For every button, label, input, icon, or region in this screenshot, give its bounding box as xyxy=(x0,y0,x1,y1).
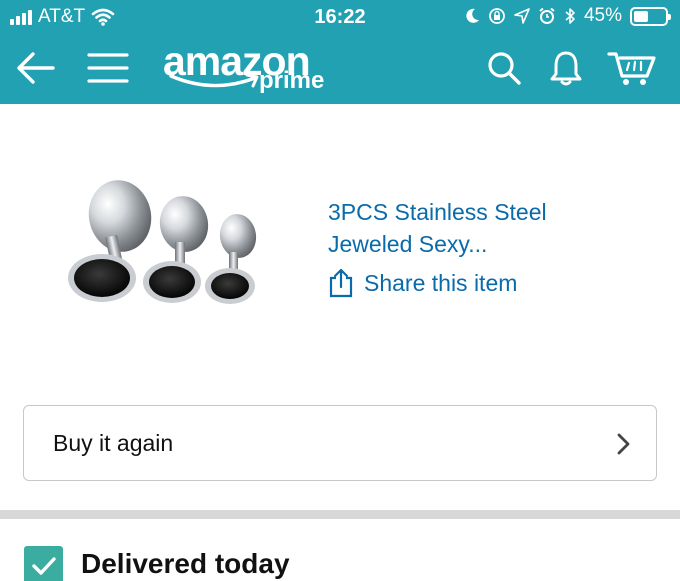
back-button[interactable] xyxy=(14,46,58,90)
location-arrow-icon xyxy=(514,8,530,24)
alarm-icon xyxy=(539,7,555,24)
buy-again-button[interactable]: Buy it again xyxy=(23,405,657,481)
delivery-status: Delivered today xyxy=(0,519,680,581)
product-title-link[interactable]: 3PCS Stainless Steel Jeweled Sexy... xyxy=(328,196,628,260)
app-header: AT&T 16:22 45% amazon prime xyxy=(0,0,680,104)
section-divider xyxy=(0,510,680,519)
buy-again-label: Buy it again xyxy=(53,430,174,456)
search-button[interactable] xyxy=(482,46,526,90)
share-item-label: Share this item xyxy=(364,269,518,296)
delivery-status-label: Delivered today xyxy=(81,548,290,579)
nav-bar: amazon prime xyxy=(0,38,680,104)
menu-button[interactable] xyxy=(84,46,132,90)
orientation-lock-icon xyxy=(489,8,505,24)
cart-icon xyxy=(607,52,656,85)
hamburger-menu-icon xyxy=(87,53,129,83)
share-icon xyxy=(329,268,353,298)
battery-icon xyxy=(630,6,671,26)
bluetooth-icon xyxy=(565,8,575,24)
bell-icon xyxy=(550,51,582,86)
notifications-button[interactable] xyxy=(544,46,588,90)
back-arrow-icon xyxy=(17,52,55,84)
logo-prime: prime xyxy=(259,67,325,94)
product-image[interactable] xyxy=(62,174,274,314)
logo-smile-arrow xyxy=(169,73,259,88)
check-icon xyxy=(24,546,63,581)
chevron-right-icon xyxy=(617,433,630,455)
amazon-prime-logo[interactable]: amazon prime xyxy=(163,38,343,100)
search-icon xyxy=(488,52,521,85)
battery-percent: 45% xyxy=(583,5,622,26)
status-right: 45% xyxy=(466,5,671,27)
product-title-line1: 3PCS Stainless Steel xyxy=(328,199,547,225)
moon-icon xyxy=(466,8,479,23)
share-item-link[interactable]: Share this item xyxy=(328,268,517,298)
cart-button[interactable] xyxy=(606,46,658,90)
status-bar: AT&T 16:22 45% xyxy=(0,0,680,36)
product-section: 3PCS Stainless Steel Jeweled Sexy... Sha… xyxy=(0,104,680,404)
product-title-line2: Jeweled Sexy... xyxy=(328,231,488,257)
